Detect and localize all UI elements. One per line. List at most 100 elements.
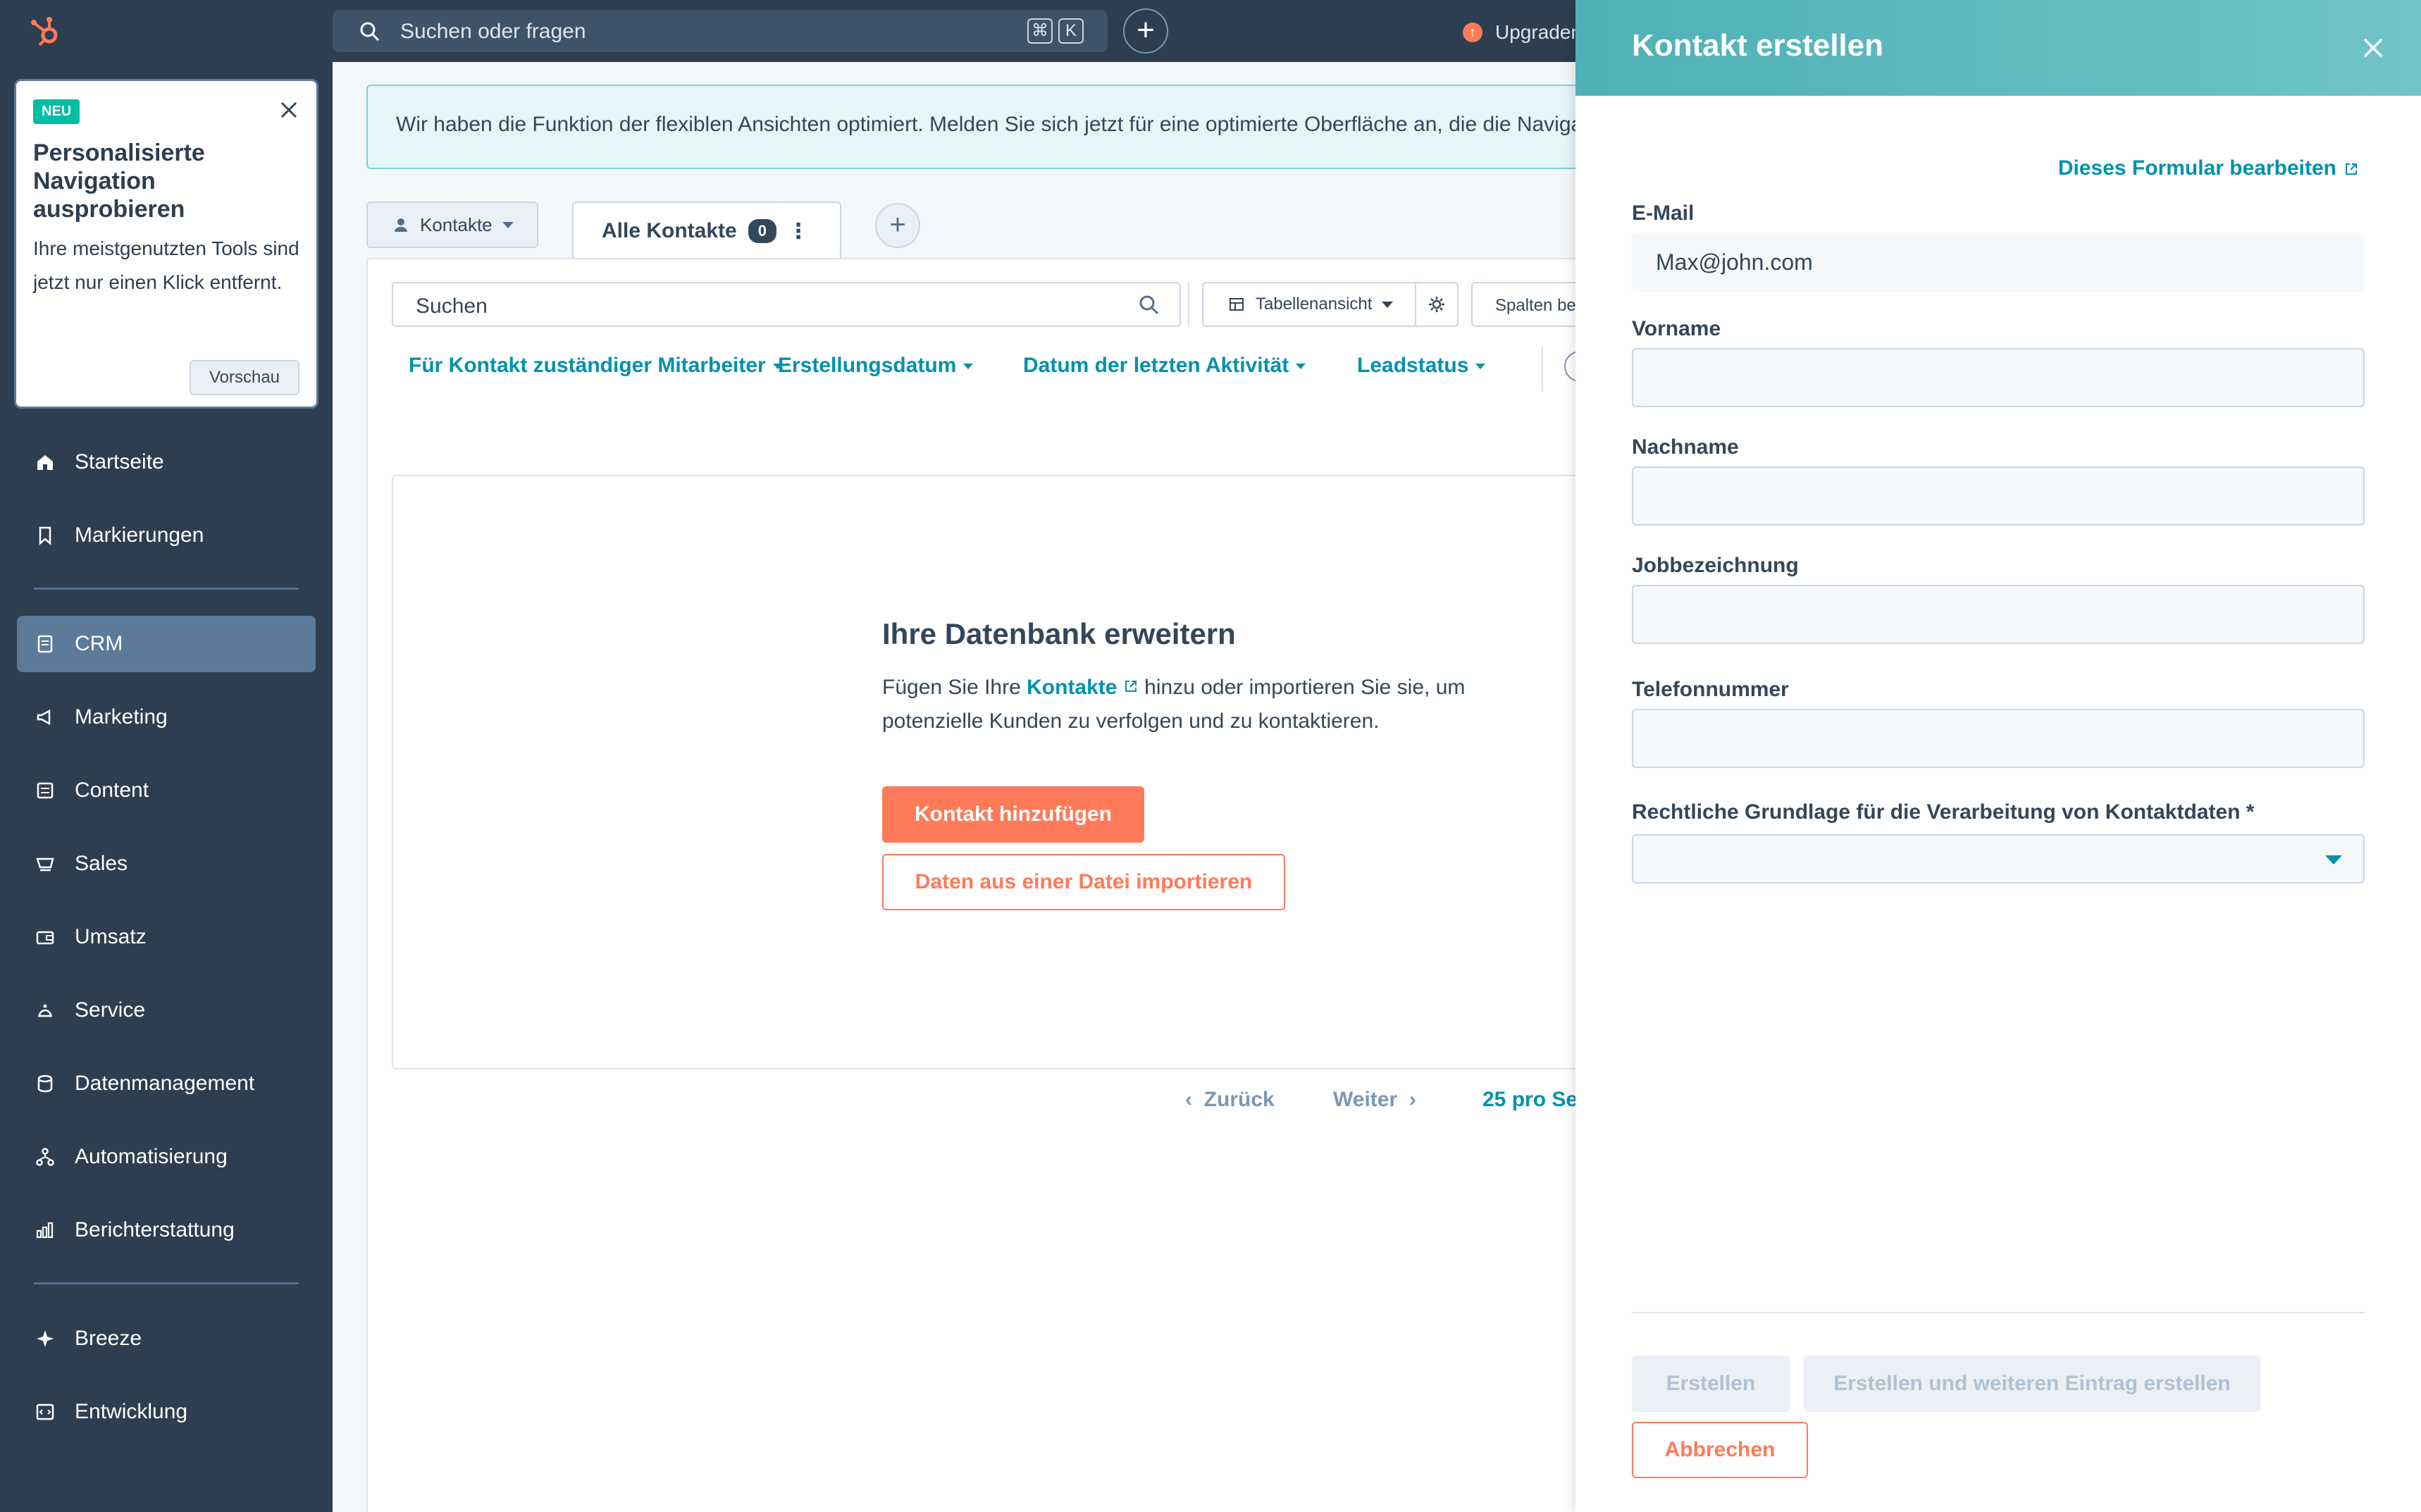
person-icon xyxy=(395,218,407,232)
gear-icon xyxy=(1429,297,1444,312)
sidebar-item-label: Marketing xyxy=(75,705,168,729)
sidebar-item-crm[interactable]: CRM xyxy=(17,616,316,672)
sidebar-item-label: Markierungen xyxy=(75,523,204,547)
panel-title: Kontakt erstellen xyxy=(1632,28,1883,63)
legal-basis-select[interactable] xyxy=(1632,834,2365,884)
sales-icon xyxy=(31,850,59,878)
wallet-icon xyxy=(31,923,59,951)
sidebar: NEU Personalisierte Navigation ausprobie… xyxy=(0,62,333,1512)
external-link-icon xyxy=(2346,163,2357,175)
phone-label: Telefonnummer xyxy=(1632,678,1789,701)
sidebar-item-berichterstattung[interactable]: Berichterstattung xyxy=(17,1202,316,1258)
object-selector-button[interactable]: Kontakte xyxy=(366,202,538,248)
import-data-button[interactable]: Daten aus einer Datei importieren xyxy=(882,854,1285,910)
sidebar-item-label: Breeze xyxy=(75,1327,142,1350)
sidebar-item-service[interactable]: Service xyxy=(17,982,316,1039)
panel-header: Kontakt erstellen xyxy=(1575,0,2421,96)
filter-owner[interactable]: Für Kontakt zuständiger Mitarbeiter xyxy=(409,354,783,378)
sidebar-item-label: Automatisierung xyxy=(75,1145,228,1168)
empty-state-title: Ihre Datenbank erweitern xyxy=(882,617,1236,650)
sidebar-item-umsatz[interactable]: Umsatz xyxy=(17,909,316,965)
sidebar-item-label: Content xyxy=(75,779,149,802)
sidebar-item-datenmanagement[interactable]: Datenmanagement xyxy=(17,1055,316,1112)
table-view-selector[interactable]: Tabellenansicht xyxy=(1202,282,1416,327)
external-link-icon xyxy=(1125,681,1137,692)
sidebar-item-breeze[interactable]: Breeze xyxy=(17,1310,316,1367)
sidebar-item-content[interactable]: Content xyxy=(17,762,316,819)
caret-down-icon xyxy=(502,221,514,228)
chart-icon xyxy=(31,1216,59,1244)
filter-lead-status[interactable]: Leadstatus xyxy=(1357,354,1486,378)
megaphone-icon xyxy=(31,703,59,731)
view-settings-button[interactable] xyxy=(1415,282,1459,327)
records-search-placeholder: Suchen xyxy=(416,295,488,318)
hubspot-logo-icon[interactable] xyxy=(27,13,66,52)
upgrade-button[interactable]: ↑ Upgraden xyxy=(1463,18,1582,47)
filter-last-activity[interactable]: Datum der letzten Aktivität xyxy=(1023,354,1306,378)
jobtitle-label: Jobbezeichnung xyxy=(1632,554,1799,577)
empty-state-text: Fügen Sie Ihre Kontakte hinzu oder impor… xyxy=(882,671,1488,738)
sidebar-item-markierungen[interactable]: Markierungen xyxy=(17,507,316,564)
pager-prev-label: Zurück xyxy=(1203,1088,1275,1111)
sidebar-item-sales[interactable]: Sales xyxy=(17,836,316,892)
lastname-field[interactable] xyxy=(1632,466,2365,526)
record-count-badge: 0 xyxy=(748,219,776,243)
database-icon xyxy=(31,1070,59,1098)
pager-next-label: Weiter xyxy=(1333,1088,1398,1111)
edit-form-link[interactable]: Dieses Formular bearbeiten xyxy=(2058,156,2359,180)
edit-form-label: Dieses Formular bearbeiten xyxy=(2057,156,2336,180)
sidebar-divider xyxy=(34,588,299,590)
add-view-button[interactable]: + xyxy=(875,203,920,248)
filter-created-date[interactable]: Erstellungsdatum xyxy=(778,354,974,378)
sidebar-item-label: Sales xyxy=(75,852,128,875)
close-promo-icon[interactable] xyxy=(278,99,299,120)
content-icon xyxy=(31,776,59,805)
search-icon xyxy=(1139,295,1159,315)
caret-down-icon xyxy=(1475,364,1486,370)
search-icon xyxy=(360,22,380,42)
table-icon xyxy=(1230,298,1244,311)
upgrade-label: Upgraden xyxy=(1495,21,1582,43)
code-icon xyxy=(31,1398,59,1426)
cancel-button[interactable]: Abbrechen xyxy=(1632,1422,1808,1478)
sidebar-item-label: Umsatz xyxy=(75,925,147,948)
lastname-label: Nachname xyxy=(1632,435,1739,459)
quick-create-button[interactable]: + xyxy=(1123,8,1168,54)
caret-down-icon xyxy=(963,364,974,370)
sidebar-item-startseite[interactable]: Startseite xyxy=(17,434,316,490)
global-search-placeholder: Suchen oder fragen xyxy=(400,20,586,43)
more-options-icon[interactable]: ⋮ xyxy=(788,219,809,244)
create-contact-panel: Kontakt erstellen Dieses Formular bearbe… xyxy=(1575,0,2421,1512)
add-contact-button[interactable]: Kontakt hinzufügen xyxy=(882,786,1144,843)
records-search-input[interactable]: Suchen xyxy=(392,282,1181,327)
new-badge: NEU xyxy=(33,99,80,124)
sidebar-item-automatisierung[interactable]: Automatisierung xyxy=(17,1129,316,1185)
close-icon[interactable] xyxy=(2359,34,2387,62)
create-and-add-another-button[interactable]: Erstellen und weiteren Eintrag erstellen xyxy=(1804,1356,2260,1412)
create-button[interactable]: Erstellen xyxy=(1632,1356,1790,1412)
global-search-input[interactable]: Suchen oder fragen ⌘ K xyxy=(333,10,1108,52)
filter-label: Datum der letzten Aktivität xyxy=(1023,354,1289,377)
caret-down-icon xyxy=(2325,855,2342,865)
sidebar-item-marketing[interactable]: Marketing xyxy=(17,689,316,745)
email-field[interactable] xyxy=(1632,233,2365,292)
contacts-link[interactable]: Kontakte xyxy=(1027,676,1117,699)
caret-down-icon xyxy=(1382,301,1394,308)
home-icon xyxy=(31,448,59,476)
promo-preview-button[interactable]: Vorschau xyxy=(190,360,299,395)
service-icon xyxy=(31,996,59,1024)
sidebar-divider xyxy=(34,1282,299,1284)
pager-prev-button[interactable]: ‹ Zurück xyxy=(1185,1088,1275,1112)
pager-next-button[interactable]: Weiter › xyxy=(1333,1088,1416,1112)
jobtitle-field[interactable] xyxy=(1632,585,2365,644)
table-view-label: Tabellenansicht xyxy=(1256,295,1373,314)
tab-alle-kontakte[interactable]: Alle Kontakte 0 ⋮ xyxy=(572,202,841,259)
empty-text-part: Fügen Sie Ihre xyxy=(882,676,1027,699)
phone-field[interactable] xyxy=(1632,709,2365,768)
sidebar-item-label: Datenmanagement xyxy=(75,1072,255,1095)
crm-icon xyxy=(31,630,59,658)
firstname-field[interactable] xyxy=(1632,348,2365,407)
automation-icon xyxy=(31,1143,59,1171)
command-key-icon: ⌘ xyxy=(1027,18,1053,44)
sidebar-item-entwicklung[interactable]: Entwicklung xyxy=(17,1384,316,1440)
